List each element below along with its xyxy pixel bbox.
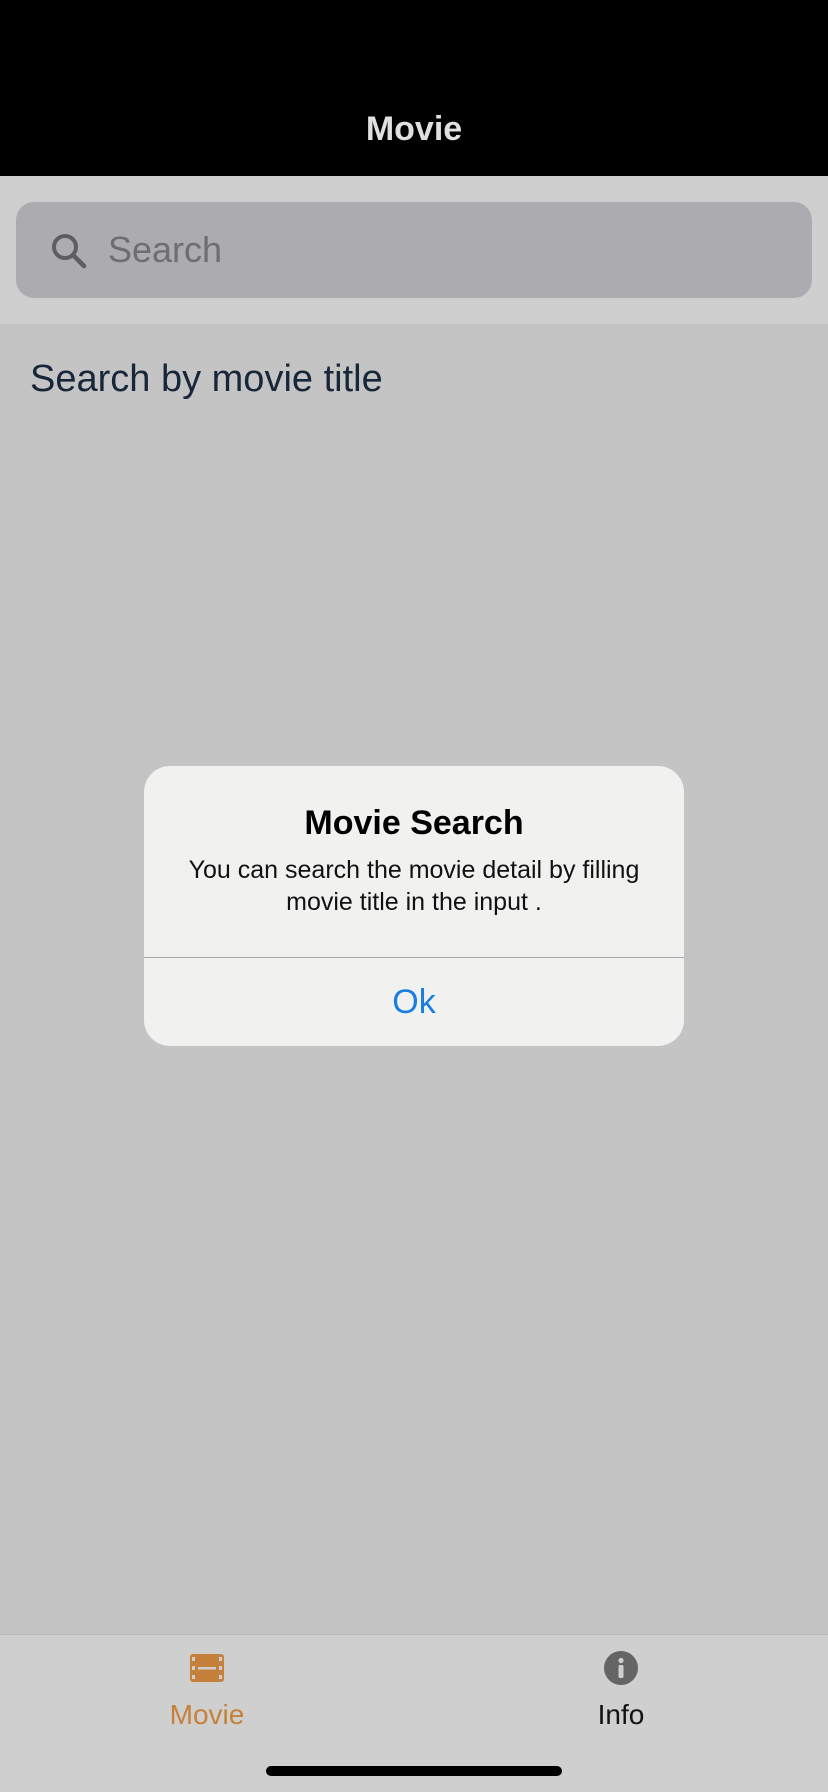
section-title: Search by movie title (30, 358, 383, 400)
search-bar-container (0, 176, 828, 324)
page-title: Movie (365, 110, 463, 148)
tab-info[interactable]: Info (414, 1635, 828, 1755)
search-icon (52, 234, 87, 269)
alert-dialog: Movie Search You can search the movie de… (144, 766, 684, 1046)
tab-label-movie: Movie (169, 1699, 245, 1730)
film-icon (190, 1654, 224, 1682)
dialog-message: You can search the movie detail by filli… (188, 856, 640, 916)
search-input[interactable] (108, 202, 788, 298)
ok-button[interactable]: Ok (144, 958, 684, 1046)
search-bar[interactable] (16, 202, 812, 298)
home-indicator (266, 1766, 562, 1776)
dialog-title: Movie Search (304, 804, 524, 842)
navigation-bar: Movie (0, 0, 828, 176)
info-icon (604, 1651, 638, 1685)
tab-movie[interactable]: Movie (0, 1635, 414, 1755)
tab-label-info: Info (597, 1699, 645, 1730)
